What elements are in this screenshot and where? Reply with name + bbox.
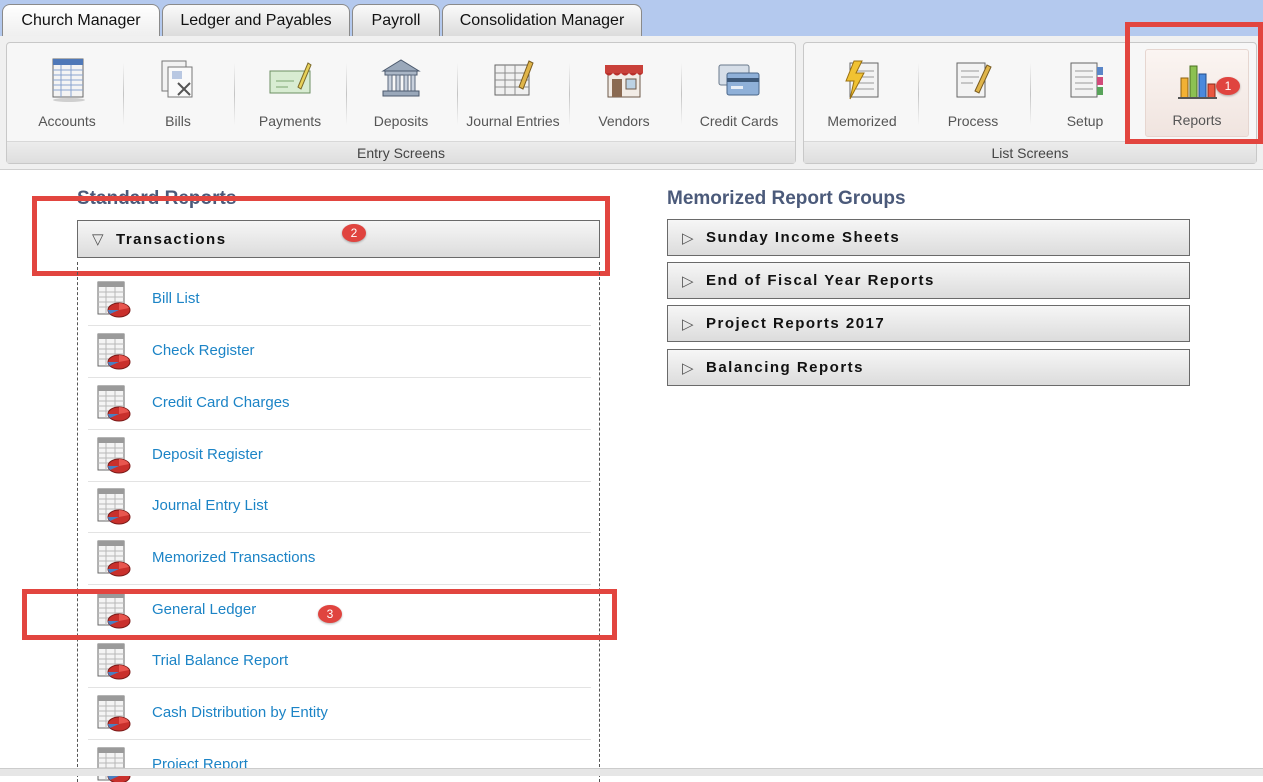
step-badge-1: 1 [1216, 77, 1240, 95]
report-item-memorized-transactions[interactable]: Memorized Transactions [88, 533, 591, 585]
tab-label: Payroll [371, 11, 421, 29]
bills-icon [156, 57, 200, 103]
memorized-group-sunday-income-sheets[interactable]: ▷ Sunday Income Sheets [667, 219, 1190, 256]
tool-label: Setup [1066, 113, 1104, 129]
tool-label: Payments [258, 113, 322, 129]
credit-cards-button[interactable]: Credit Cards [683, 51, 795, 135]
tool-label: Journal Entries [466, 113, 560, 129]
report-link[interactable]: Trial Balance Report [152, 652, 288, 669]
memorized-button[interactable]: Memorized [806, 51, 918, 135]
report-link[interactable]: Check Register [152, 342, 255, 359]
process-icon [951, 57, 995, 103]
tool-label: Credit Cards [699, 113, 779, 129]
entry-screens-label: Entry Screens [7, 141, 795, 163]
tab-label: Consolidation Manager [459, 11, 625, 29]
payments-icon [268, 57, 312, 103]
report-link[interactable]: Deposit Register [152, 446, 263, 463]
setup-icon [1063, 57, 1107, 103]
tab-ledger-and-payables[interactable]: Ledger and Payables [162, 4, 350, 36]
memorized-group-project-reports-2017[interactable]: ▷ Project Reports 2017 [667, 305, 1190, 342]
memorized-icon [840, 57, 884, 103]
tool-label: Deposits [373, 113, 429, 129]
journal-entries-icon [491, 57, 535, 103]
memorized-group-label: Balancing Reports [706, 359, 865, 376]
tab-label: Church Manager [21, 11, 141, 29]
payments-button[interactable]: Payments [234, 51, 346, 135]
tool-label: Bills [165, 113, 191, 129]
tab-church-manager[interactable]: Church Manager [2, 4, 160, 36]
tool-label: Memorized [827, 113, 897, 129]
report-item-trial-balance-report[interactable]: Trial Balance Report [88, 636, 591, 688]
report-item-check-register[interactable]: Check Register [88, 326, 591, 378]
report-icon [96, 385, 132, 423]
accounts-icon [45, 57, 89, 103]
memorized-report-groups-title: Memorized Report Groups [667, 188, 906, 209]
entry-screens-group: Accounts Bills Payments Deposits Journal… [6, 42, 796, 164]
report-icon [96, 695, 132, 733]
vendors-icon [602, 57, 646, 103]
bills-button[interactable]: Bills [122, 51, 234, 135]
report-icon [96, 540, 132, 578]
report-link[interactable]: Credit Card Charges [152, 394, 290, 411]
bottom-scroll-edge [0, 768, 1263, 776]
report-icon [96, 488, 132, 526]
tab-payroll[interactable]: Payroll [352, 4, 440, 36]
report-item-bill-list[interactable]: Bill List [88, 274, 591, 326]
step-badge-3: 3 [318, 605, 342, 623]
report-item-credit-card-charges[interactable]: Credit Card Charges [88, 378, 591, 430]
report-item-deposit-register[interactable]: Deposit Register [88, 430, 591, 482]
memorized-group-label: End of Fiscal Year Reports [706, 272, 935, 289]
report-link[interactable]: Memorized Transactions [152, 549, 315, 566]
triangle-right-icon: ▷ [682, 359, 694, 377]
memorized-group-end-of-fiscal-year-reports[interactable]: ▷ End of Fiscal Year Reports [667, 262, 1190, 299]
report-icon [96, 643, 132, 681]
memorized-group-label: Sunday Income Sheets [706, 229, 901, 246]
report-link[interactable]: Journal Entry List [152, 497, 268, 514]
triangle-right-icon: ▷ [682, 229, 694, 247]
deposits-icon [379, 57, 423, 103]
memorized-group-balancing-reports[interactable]: ▷ Balancing Reports [667, 349, 1190, 386]
report-icon [96, 281, 132, 319]
report-item-journal-entry-list[interactable]: Journal Entry List [88, 481, 591, 533]
vendors-button[interactable]: Vendors [568, 51, 680, 135]
tool-label: Accounts [38, 113, 96, 129]
annotation-box-reports [1125, 22, 1263, 144]
process-button[interactable]: Process [917, 51, 1029, 135]
divider [681, 63, 682, 125]
step-badge-2: 2 [342, 224, 366, 242]
tool-label: Vendors [598, 113, 650, 129]
tab-label: Ledger and Payables [180, 11, 332, 29]
tab-consolidation-manager[interactable]: Consolidation Manager [442, 4, 642, 36]
memorized-group-label: Project Reports 2017 [706, 315, 886, 332]
ribbon-toolbar: Accounts Bills Payments Deposits Journal… [0, 36, 1263, 170]
accounts-button[interactable]: Accounts [11, 51, 123, 135]
deposits-button[interactable]: Deposits [345, 51, 457, 135]
report-icon [96, 333, 132, 371]
triangle-right-icon: ▷ [682, 272, 694, 290]
list-screens-label: List Screens [804, 141, 1256, 163]
report-icon [96, 747, 132, 782]
journal-entries-button[interactable]: Journal Entries [457, 51, 569, 135]
report-link[interactable]: Bill List [152, 290, 200, 307]
transactions-report-list: Bill List Check Register Credit Card Cha… [77, 262, 600, 782]
credit-cards-icon [717, 57, 761, 103]
tool-label: Process [947, 113, 999, 129]
triangle-right-icon: ▷ [682, 315, 694, 333]
report-icon [96, 437, 132, 475]
top-tab-strip: Church Manager Ledger and Payables Payro… [0, 0, 1263, 36]
report-link[interactable]: Cash Distribution by Entity [152, 704, 328, 721]
report-item-cash-distribution-by-entity[interactable]: Cash Distribution by Entity [88, 688, 591, 740]
